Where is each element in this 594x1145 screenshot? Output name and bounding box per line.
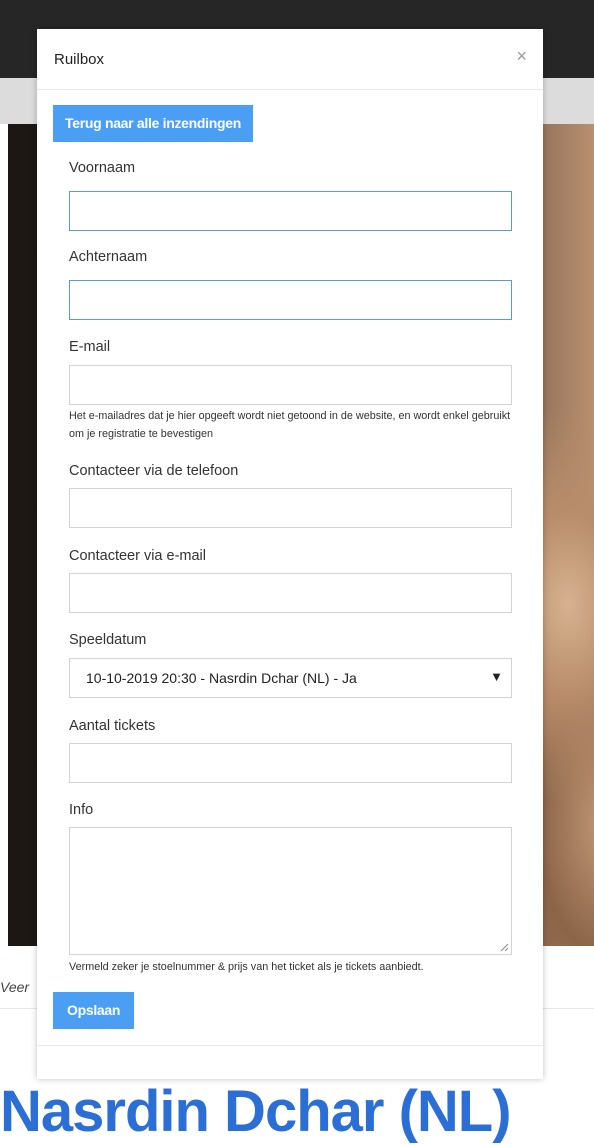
save-button[interactable]: Opslaan	[53, 992, 135, 1029]
email-input[interactable]	[69, 365, 512, 405]
contact-phone-label: Contacteer via de telefoon	[69, 463, 239, 479]
close-icon[interactable]: ×	[516, 47, 527, 65]
modal-header: Ruilbox ×	[37, 29, 543, 90]
info-label: Info	[69, 802, 94, 818]
resize-handle-icon[interactable]	[499, 942, 509, 952]
back-to-submissions-button[interactable]: Terug naar alle inzendingen	[53, 105, 254, 142]
chevron-down-icon: ▼	[490, 669, 503, 684]
photo-left-gutter	[0, 124, 8, 946]
modal-title: Ruilbox	[54, 51, 105, 68]
contact-email-label: Contacteer via e-mail	[69, 548, 206, 564]
show-title: Nasrdin Dchar (NL)	[0, 1079, 512, 1144]
side-text: Veer	[0, 979, 30, 995]
aantal-tickets-label: Aantal tickets	[69, 718, 156, 734]
email-label: E-mail	[69, 339, 111, 355]
voornaam-label: Voornaam	[69, 160, 136, 176]
achternaam-label: Achternaam	[69, 249, 148, 265]
modal-footer-divider	[37, 1045, 543, 1046]
email-help-text: Het e-mailadres dat je hier opgeeft word…	[69, 410, 511, 440]
speeldatum-label: Speeldatum	[69, 632, 147, 648]
achternaam-input[interactable]	[69, 280, 512, 320]
contact-email-input[interactable]	[69, 573, 512, 613]
info-textarea[interactable]	[69, 827, 512, 955]
speeldatum-selected-value: 10-10-2019 20:30 - Nasrdin Dchar (NL) - …	[86, 670, 357, 686]
info-help-text: Vermeld zeker je stoelnummer & prijs van…	[69, 961, 424, 973]
aantal-tickets-input[interactable]	[69, 743, 512, 783]
ruilbox-modal: Ruilbox × Terug naar alle inzendingen Vo…	[37, 29, 543, 1079]
voornaam-input[interactable]	[69, 191, 512, 231]
speeldatum-select[interactable]: 10-10-2019 20:30 - Nasrdin Dchar (NL) - …	[69, 658, 512, 698]
contact-phone-input[interactable]	[69, 488, 512, 528]
